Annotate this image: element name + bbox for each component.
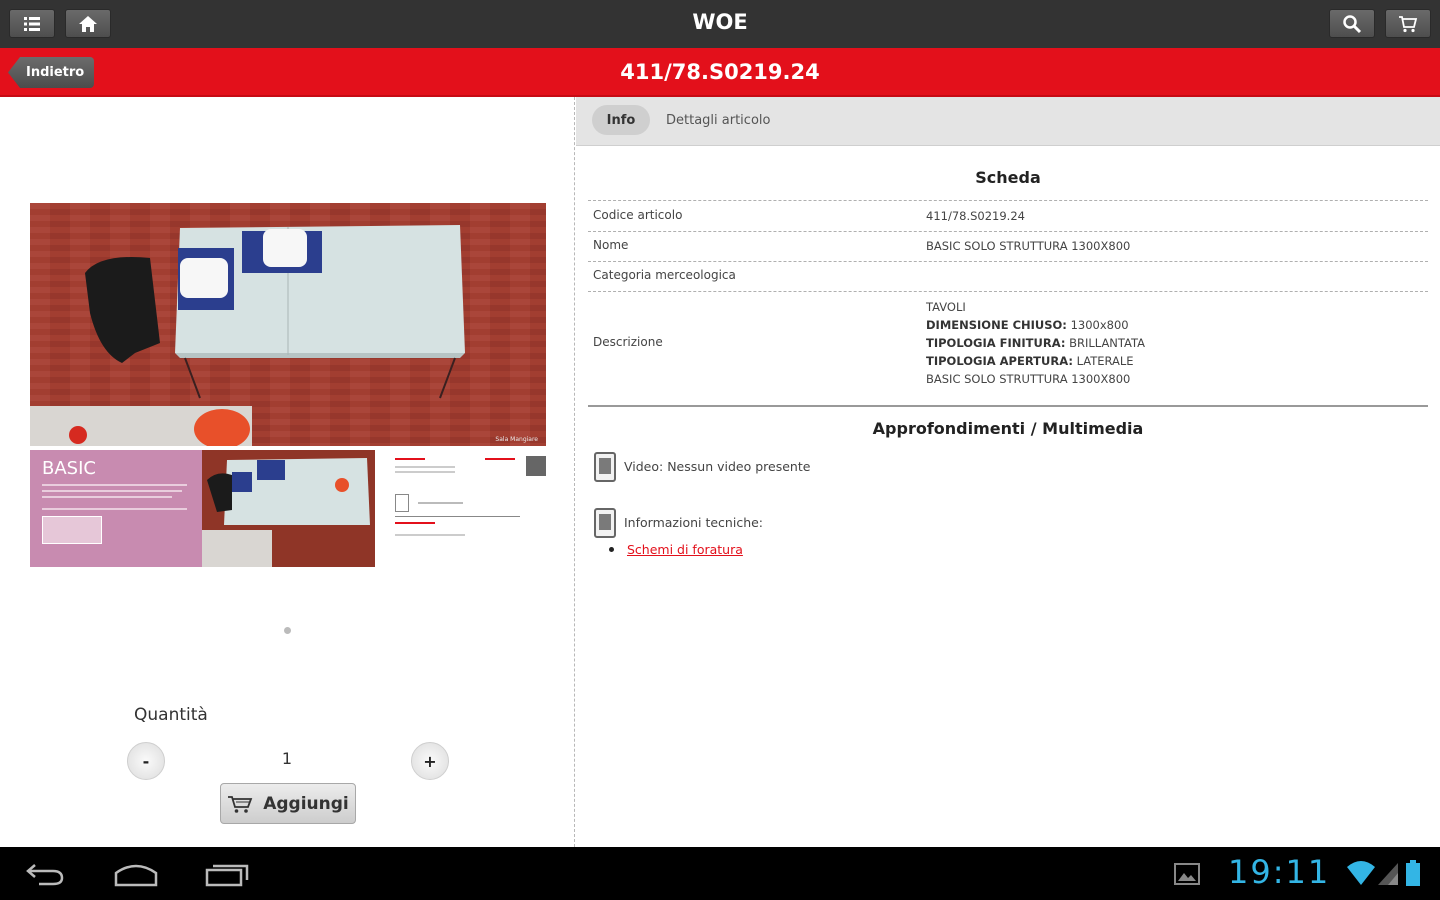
- drilling-schemes-link[interactable]: Schemi di foratura: [627, 542, 743, 557]
- product-main-photo[interactable]: Sala Mangiare: [30, 203, 546, 446]
- thumbnail-brochure[interactable]: BASIC: [30, 450, 202, 567]
- brochure-title: BASIC: [42, 458, 96, 479]
- system-nav-bar: 19:11: [0, 847, 1440, 900]
- tab-dettagli-articolo[interactable]: Dettagli articolo: [666, 105, 770, 135]
- document-icon: [594, 508, 616, 538]
- add-to-cart-button[interactable]: Aggiungi: [220, 783, 356, 824]
- product-info-pane: Info Dettagli articolo Scheda Codice art…: [576, 97, 1440, 847]
- photo-caption: Sala Mangiare: [495, 436, 538, 443]
- video-icon: [594, 452, 616, 482]
- thumbnail-illustration: [202, 450, 375, 567]
- divider: [588, 200, 1428, 201]
- back-nav-icon[interactable]: [25, 861, 65, 887]
- row-value-descrizione: TAVOLI DIMENSIONE CHIUSO: 1300x800 TIPOL…: [926, 298, 1145, 388]
- signal-icon: [1378, 863, 1398, 885]
- quantity-label: Quantità: [134, 705, 208, 725]
- item-header-bar: Indietro 411/78.S0219.24: [0, 48, 1440, 97]
- divider: [588, 291, 1428, 292]
- section-divider: [588, 405, 1428, 407]
- wifi-icon: [1347, 861, 1375, 885]
- desc-line: TIPOLOGIA FINITURA: BRILLANTATA: [926, 336, 1146, 350]
- product-gallery-pane: Sala Mangiare BASIC Quantità - 1 + Aggiu…: [0, 97, 575, 847]
- row-value-codice: 411/78.S0219.24: [926, 209, 1025, 223]
- desc-line: DIMENSIONE CHIUSO: 1300x800: [926, 318, 1129, 332]
- add-to-cart-label: Aggiungi: [263, 793, 349, 814]
- quantity-decrease-button[interactable]: -: [127, 742, 165, 780]
- search-button[interactable]: [1329, 9, 1375, 38]
- quantity-value[interactable]: 1: [270, 749, 304, 768]
- tech-info-label: Informazioni tecniche:: [624, 515, 764, 530]
- desc-line: TAVOLI: [926, 300, 966, 314]
- tab-bar: Info Dettagli articolo: [576, 97, 1440, 146]
- search-icon: [1343, 14, 1362, 33]
- gallery-thumbnails: BASIC: [30, 450, 546, 567]
- desc-line: TIPOLOGIA APERTURA: LATERALE: [926, 354, 1134, 368]
- row-label-codice: Codice articolo: [593, 208, 683, 222]
- row-label-descrizione: Descrizione: [593, 335, 663, 349]
- top-app-bar: WOE: [0, 0, 1440, 48]
- row-label-nome: Nome: [593, 238, 629, 252]
- app-title: WOE: [692, 10, 748, 34]
- multimedia-title: Approfondimenti / Multimedia: [872, 419, 1144, 438]
- list-bullet: [609, 547, 614, 552]
- item-code-title: 411/78.S0219.24: [620, 60, 820, 84]
- divider: [588, 261, 1428, 262]
- scheda-title: Scheda: [975, 168, 1041, 187]
- cart-icon: [228, 795, 253, 813]
- desc-line: BASIC SOLO STRUTTURA 1300X800: [926, 372, 1131, 386]
- status-clock: 19:11: [1228, 853, 1331, 891]
- thumbnail-table-photo[interactable]: [202, 450, 375, 567]
- gallery-page-indicator: [284, 627, 291, 634]
- table-photo-illustration: [30, 203, 546, 446]
- row-label-categoria: Categoria merceologica: [593, 268, 736, 282]
- gallery-notification-icon: [1174, 863, 1200, 885]
- battery-icon: [1406, 860, 1420, 886]
- recent-apps-icon[interactable]: [205, 861, 249, 887]
- row-value-nome: BASIC SOLO STRUTTURA 1300X800: [926, 239, 1131, 253]
- thumbnail-datasheet[interactable]: [390, 456, 546, 556]
- divider: [588, 231, 1428, 232]
- quantity-increase-button[interactable]: +: [411, 742, 449, 780]
- video-info-text: Video: Nessun video presente: [624, 459, 811, 474]
- cart-icon: [1399, 15, 1418, 32]
- cart-button[interactable]: [1385, 9, 1431, 38]
- home-nav-icon[interactable]: [114, 861, 158, 887]
- tab-info[interactable]: Info: [592, 105, 650, 135]
